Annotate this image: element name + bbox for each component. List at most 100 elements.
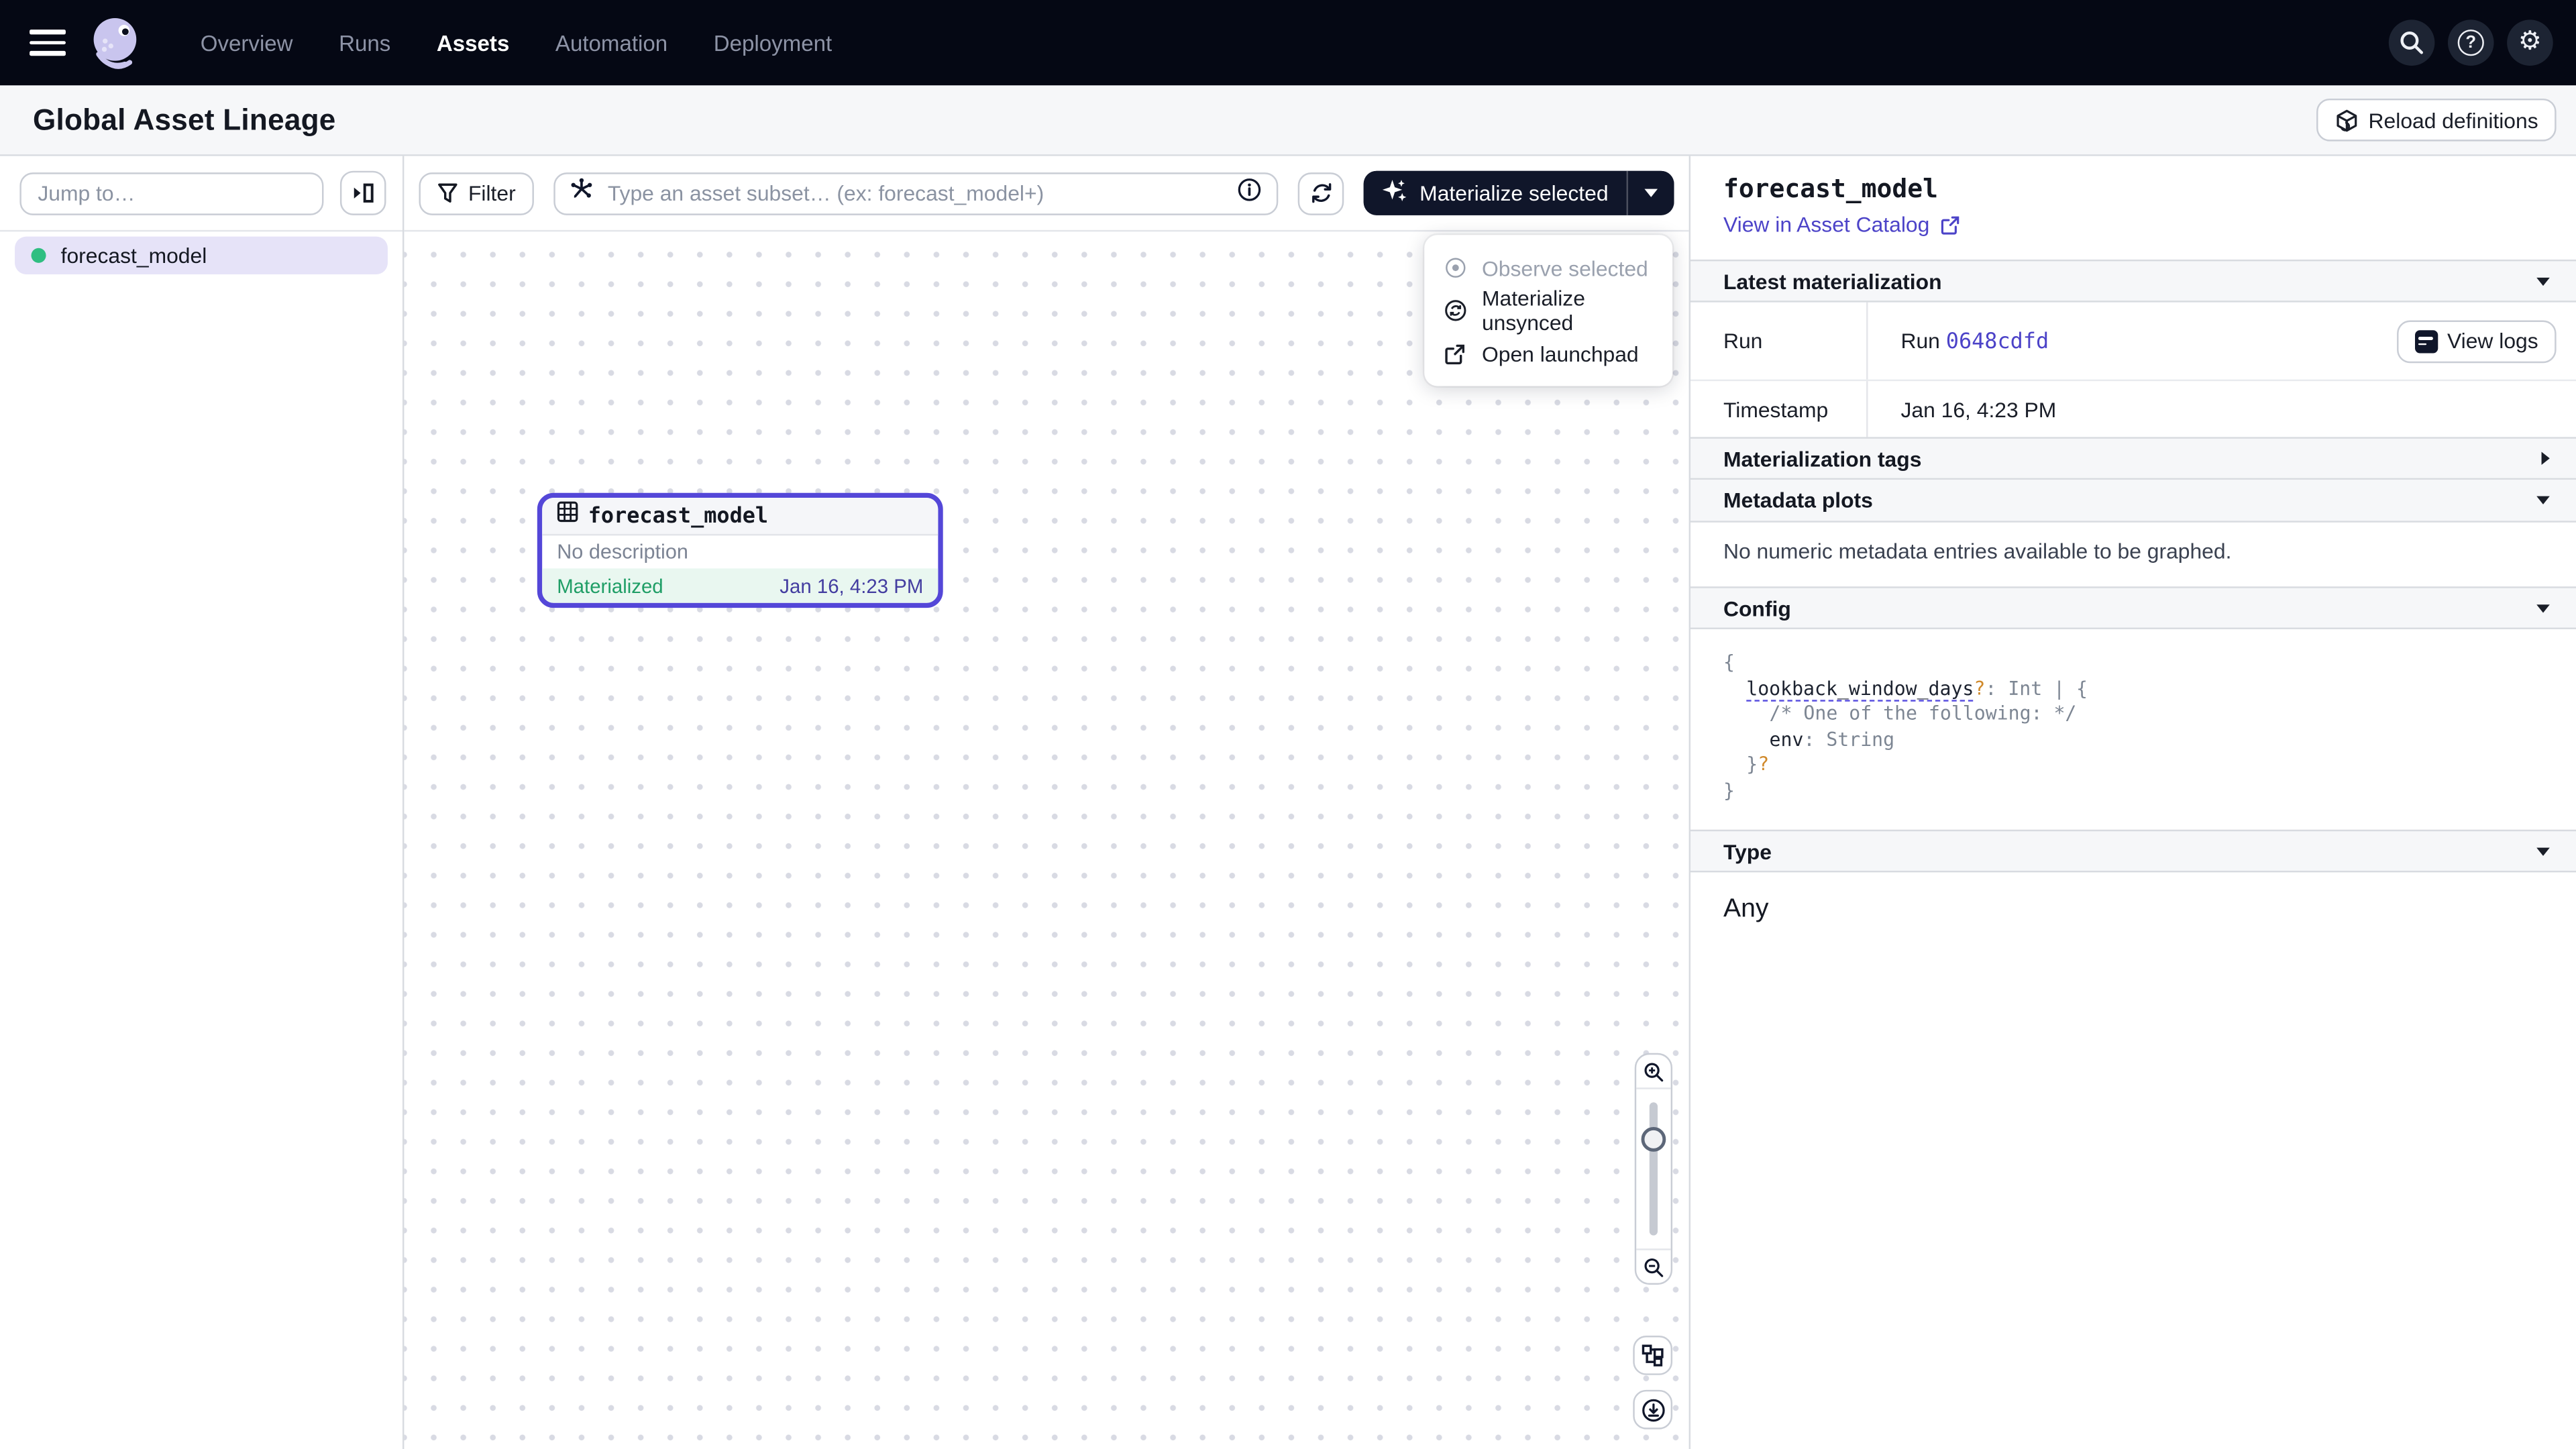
jump-to-input[interactable] xyxy=(19,172,323,215)
asset-node-header: forecast_model xyxy=(542,498,938,535)
materialized-status-label: Materialized xyxy=(557,574,663,597)
settings-gear-icon[interactable]: ⚙ xyxy=(2507,19,2553,66)
nav-deployment[interactable]: Deployment xyxy=(714,30,832,55)
download-image-button[interactable] xyxy=(1633,1390,1672,1430)
help-icon[interactable]: ? xyxy=(2448,19,2494,66)
asset-details-panel: forecast_model View in Asset Catalog Lat… xyxy=(1689,156,2576,1449)
config-code-block: {lookback_window_days?: Int | {/* One of… xyxy=(1690,629,2576,830)
caret-down-icon xyxy=(1644,189,1658,197)
asset-node-status-bar: Materialized Jan 16, 4:23 PM xyxy=(542,568,938,602)
sidebar-asset-label: forecast_model xyxy=(61,243,207,268)
external-link-icon xyxy=(1939,215,1959,234)
dagster-logo-icon[interactable] xyxy=(82,10,148,76)
timestamp-row: Timestamp Jan 16, 4:23 PM xyxy=(1690,381,2576,437)
zoom-out-button[interactable] xyxy=(1636,1248,1670,1283)
table-grid-icon xyxy=(557,501,578,531)
lineage-graph-area[interactable]: forecast_model No description Materializ… xyxy=(404,231,1688,1449)
materialized-timestamp: Jan 16, 4:23 PM xyxy=(780,574,923,597)
nav-runs[interactable]: Runs xyxy=(339,30,390,55)
primary-nav: Overview Runs Assets Automation Deployme… xyxy=(201,30,832,55)
menu-item-open-launchpad[interactable]: Open launchpad xyxy=(1424,332,1672,375)
zoom-in-button[interactable] xyxy=(1636,1055,1670,1089)
nav-overview[interactable]: Overview xyxy=(201,30,293,55)
section-type[interactable]: Type xyxy=(1690,830,2576,873)
view-in-asset-catalog-link[interactable]: View in Asset Catalog xyxy=(1723,212,1959,237)
zoom-slider-track xyxy=(1650,1102,1658,1235)
run-row-label: Run xyxy=(1723,303,1868,380)
filter-label: Filter xyxy=(468,180,516,205)
chevron-down-icon xyxy=(2536,604,2550,612)
materialized-status-dot-icon xyxy=(32,248,46,263)
sync-circle-icon xyxy=(1442,299,1467,322)
materialize-dropdown-caret[interactable] xyxy=(1626,171,1674,215)
timestamp-row-label: Timestamp xyxy=(1723,381,1868,437)
asset-node-forecast-model[interactable]: forecast_model No description Materializ… xyxy=(537,493,943,608)
asset-graph-icon xyxy=(570,177,593,209)
section-label: Latest materialization xyxy=(1723,268,1942,293)
asset-node-description: No description xyxy=(542,535,938,568)
asset-subset-search xyxy=(553,172,1279,215)
refresh-button[interactable] xyxy=(1298,172,1344,215)
zoom-slider-thumb[interactable] xyxy=(1642,1127,1666,1152)
latest-materialization-table: Run Run 0648cdfd View logs Timestamp Jan… xyxy=(1690,303,2576,437)
search-icon[interactable] xyxy=(2389,19,2435,66)
menu-hamburger-icon[interactable] xyxy=(23,18,72,67)
timestamp-row-value: Jan 16, 4:23 PM xyxy=(1868,396,2556,421)
sparkle-icon xyxy=(1382,177,1408,209)
catalog-link-label: View in Asset Catalog xyxy=(1723,212,1929,237)
run-row: Run Run 0648cdfd View logs xyxy=(1690,303,2576,382)
funnel-icon xyxy=(437,182,458,204)
app-window: Overview Runs Assets Automation Deployme… xyxy=(0,0,2576,1449)
zoom-controls xyxy=(1635,1053,1672,1285)
view-logs-button[interactable]: View logs xyxy=(2396,319,2557,362)
chevron-right-icon xyxy=(2542,451,2550,465)
nav-assets[interactable]: Assets xyxy=(437,30,509,55)
external-link-icon xyxy=(1442,343,1467,364)
materialize-selected-split-button: Materialize selected xyxy=(1364,171,1674,215)
menu-item-materialize-unsynced[interactable]: Materialize unsynced xyxy=(1424,289,1672,332)
metadata-plots-empty-message: No numeric metadata entries available to… xyxy=(1690,523,2576,587)
section-config[interactable]: Config xyxy=(1690,586,2576,629)
zoom-slider[interactable] xyxy=(1636,1089,1670,1249)
materialize-unsynced-label: Materialize unsynced xyxy=(1482,286,1654,335)
section-label: Materialization tags xyxy=(1723,446,1921,471)
logs-icon xyxy=(2414,329,2437,352)
menu-item-observe-selected[interactable]: Observe selected xyxy=(1424,246,1672,289)
section-metadata-plots[interactable]: Metadata plots xyxy=(1690,480,2576,523)
run-prefix: Run xyxy=(1900,328,1939,353)
section-label: Metadata plots xyxy=(1723,488,1873,513)
top-nav: Overview Runs Assets Automation Deployme… xyxy=(0,0,2576,85)
observe-selected-label: Observe selected xyxy=(1482,256,1648,280)
open-launchpad-label: Open launchpad xyxy=(1482,341,1639,366)
sidebar-asset-item-forecast-model[interactable]: forecast_model xyxy=(15,237,388,274)
page-header: Global Asset Lineage Reload definitions xyxy=(0,85,2576,156)
collapse-sidebar-button[interactable] xyxy=(340,171,386,215)
asset-subset-input[interactable] xyxy=(604,179,1226,207)
lineage-canvas: Filter xyxy=(404,156,1688,1449)
chevron-down-icon xyxy=(2536,496,2550,504)
run-id-link[interactable]: 0648cdfd xyxy=(1946,329,2049,354)
info-icon[interactable] xyxy=(1237,176,1262,209)
details-asset-title: forecast_model xyxy=(1723,174,2543,204)
filter-button[interactable]: Filter xyxy=(419,172,533,215)
section-label: Config xyxy=(1723,596,1791,621)
section-label: Type xyxy=(1723,839,1772,863)
materialize-dropdown-menu: Observe selected Materialize unsynced Op… xyxy=(1424,235,1672,386)
materialize-selected-label: Materialize selected xyxy=(1419,180,1608,205)
asset-node-title: forecast_model xyxy=(588,504,768,529)
reload-cube-icon xyxy=(2334,107,2359,132)
asset-list-sidebar: forecast_model xyxy=(0,156,404,1449)
rearrange-graph-button[interactable] xyxy=(1633,1336,1672,1375)
asset-list: forecast_model xyxy=(0,231,402,279)
sidebar-search-row xyxy=(0,156,402,232)
reload-definitions-button[interactable]: Reload definitions xyxy=(2316,99,2556,142)
chevron-down-icon xyxy=(2536,277,2550,285)
section-materialization-tags[interactable]: Materialization tags xyxy=(1690,437,2576,480)
view-logs-label: View logs xyxy=(2447,329,2538,354)
chevron-down-icon xyxy=(2536,847,2550,855)
section-latest-materialization[interactable]: Latest materialization xyxy=(1690,260,2576,303)
materialize-selected-button[interactable]: Materialize selected xyxy=(1364,171,1627,215)
lineage-toolbar: Filter xyxy=(404,156,1688,232)
run-row-value: Run 0648cdfd xyxy=(1868,328,2396,354)
nav-automation[interactable]: Automation xyxy=(555,30,667,55)
